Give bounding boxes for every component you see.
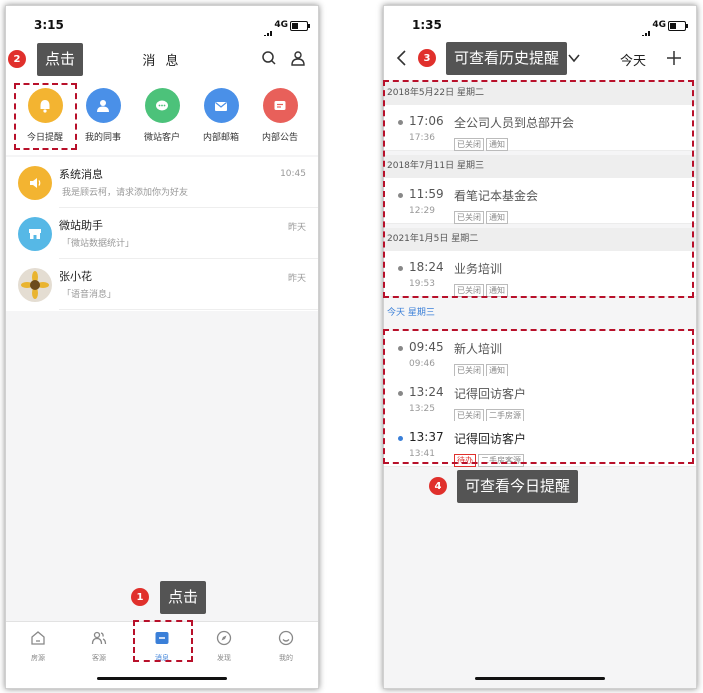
today-section-header: 今天 星期三 [384, 302, 696, 325]
message-time: 10:45 [280, 169, 306, 179]
home-indicator [475, 677, 605, 680]
callout-tooltip: 点击 [160, 581, 207, 614]
chat-icon [144, 88, 180, 123]
tab-label: 客源 [92, 654, 106, 662]
message-time: 昨天 [287, 274, 306, 284]
back-arrow-icon[interactable] [392, 48, 412, 68]
network-label: 4G [274, 20, 288, 30]
sunflower-avatar [18, 268, 52, 302]
callout-tooltip: 点击 [37, 43, 84, 76]
add-icon[interactable] [664, 48, 684, 68]
house-icon [31, 631, 45, 645]
battery-icon [668, 21, 688, 31]
home-indicator [97, 677, 227, 680]
status-time: 3:15 [34, 18, 64, 32]
tab-listings[interactable]: 房源 [15, 630, 61, 663]
quick-item-label: 我的同事 [84, 133, 121, 143]
people-icon [91, 631, 107, 645]
message-preview: 「微站数据统计」 [62, 239, 135, 249]
message-name: 张小花 [59, 270, 92, 283]
tab-label: 房源 [31, 654, 45, 662]
quick-item-colleagues[interactable]: 我的同事 [73, 88, 133, 143]
search-icon[interactable] [259, 48, 279, 68]
tab-label: 发现 [217, 654, 231, 662]
highlight-today-reminder [14, 83, 77, 150]
highlight-message-tab [133, 620, 193, 662]
list-item[interactable]: 系统消息 我是顾云柯，请求添加你为好友 10:45 [6, 157, 318, 208]
message-name: 系统消息 [59, 168, 103, 181]
tab-label: 我的 [279, 654, 293, 662]
step-badge: 1 [131, 588, 149, 606]
add-contact-icon[interactable] [288, 48, 308, 68]
status-time: 1:35 [412, 18, 442, 32]
message-preview: 我是顾云柯，请求添加你为好友 [62, 188, 189, 198]
tab-discover[interactable]: 发现 [201, 630, 247, 663]
message-time: 昨天 [287, 223, 306, 233]
divider [59, 309, 318, 310]
person-icon [85, 88, 121, 123]
callout-tooltip: 可查看今日提醒 [457, 470, 579, 503]
compass-icon [216, 630, 232, 646]
callout-tooltip: 可查看历史提醒 [446, 42, 568, 75]
step-badge: 4 [429, 477, 447, 495]
quick-item-customers[interactable]: 微站客户 [132, 88, 192, 143]
smile-icon [278, 630, 294, 646]
quick-item-label: 内部公告 [261, 133, 298, 143]
today-button[interactable]: 今天 [620, 50, 646, 69]
tab-clients[interactable]: 客源 [76, 630, 122, 663]
step-badge: 2 [8, 50, 26, 68]
notice-icon [262, 88, 298, 123]
message-name: 微站助手 [59, 219, 103, 232]
battery-icon [290, 21, 310, 31]
network-label: 4G [652, 20, 666, 30]
highlight-today [383, 329, 694, 464]
list-item[interactable]: 微站助手 「微站数据统计」 昨天 [6, 208, 318, 259]
store-icon [18, 217, 52, 251]
highlight-history [383, 80, 694, 298]
step-badge: 3 [418, 49, 436, 67]
status-bar: 1:35 4G [384, 6, 696, 40]
message-list: 系统消息 我是顾云柯，请求添加你为好友 10:45 微站助手 「微站数据统计」 … [6, 157, 318, 311]
tab-me[interactable]: 我的 [263, 630, 309, 663]
quick-item-label: 内部邮箱 [202, 133, 239, 143]
speaker-icon [18, 166, 52, 200]
quick-item-label: 微站客户 [143, 133, 180, 143]
list-item[interactable]: 张小花 「语音消息」 昨天 [6, 259, 318, 310]
quick-item-notice[interactable]: 内部公告 [250, 88, 310, 143]
status-bar: 3:15 4G [6, 6, 318, 40]
quick-item-mailbox[interactable]: 内部邮箱 [191, 88, 251, 143]
mail-icon [203, 88, 239, 123]
message-preview: 「语音消息」 [62, 290, 117, 300]
